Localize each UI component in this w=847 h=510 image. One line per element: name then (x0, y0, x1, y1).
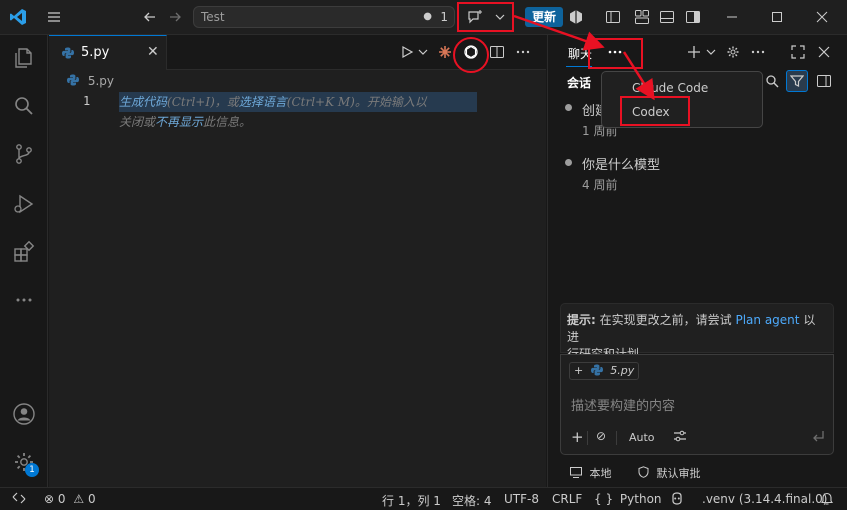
indentation[interactable]: 空格: 4 (452, 492, 492, 509)
error-icon: ⊗ (44, 492, 55, 506)
arrow-more-to-codex (622, 51, 655, 101)
warning-icon: ⚠ (73, 492, 85, 506)
braces-icon: { } (594, 492, 614, 506)
encoding[interactable]: UTF-8 (504, 492, 539, 506)
warning-count: 0 (87, 492, 96, 506)
arrow-chat-to-more (513, 14, 605, 51)
notifications-bell-icon[interactable] (820, 492, 834, 508)
python-interpreter[interactable]: .venv (3.14.4.final.0) (702, 492, 827, 506)
cursor-position[interactable]: 行 1，列 1 (382, 492, 441, 509)
error-count: 0 (57, 492, 66, 506)
status-bar: ⊗ 0 ⚠ 0 行 1，列 1 空格: 4 UTF-8 CRLF { } Pyt… (0, 487, 847, 510)
language-label: Python (619, 492, 662, 506)
end-of-line[interactable]: CRLF (552, 492, 582, 506)
annotation-arrows (513, 14, 655, 101)
problems-indicator[interactable]: ⊗ 0 ⚠ 0 (44, 492, 96, 506)
copilot-status-icon[interactable] (670, 492, 684, 508)
language-mode[interactable]: { } Python (594, 492, 662, 506)
remote-icon[interactable] (12, 492, 26, 507)
